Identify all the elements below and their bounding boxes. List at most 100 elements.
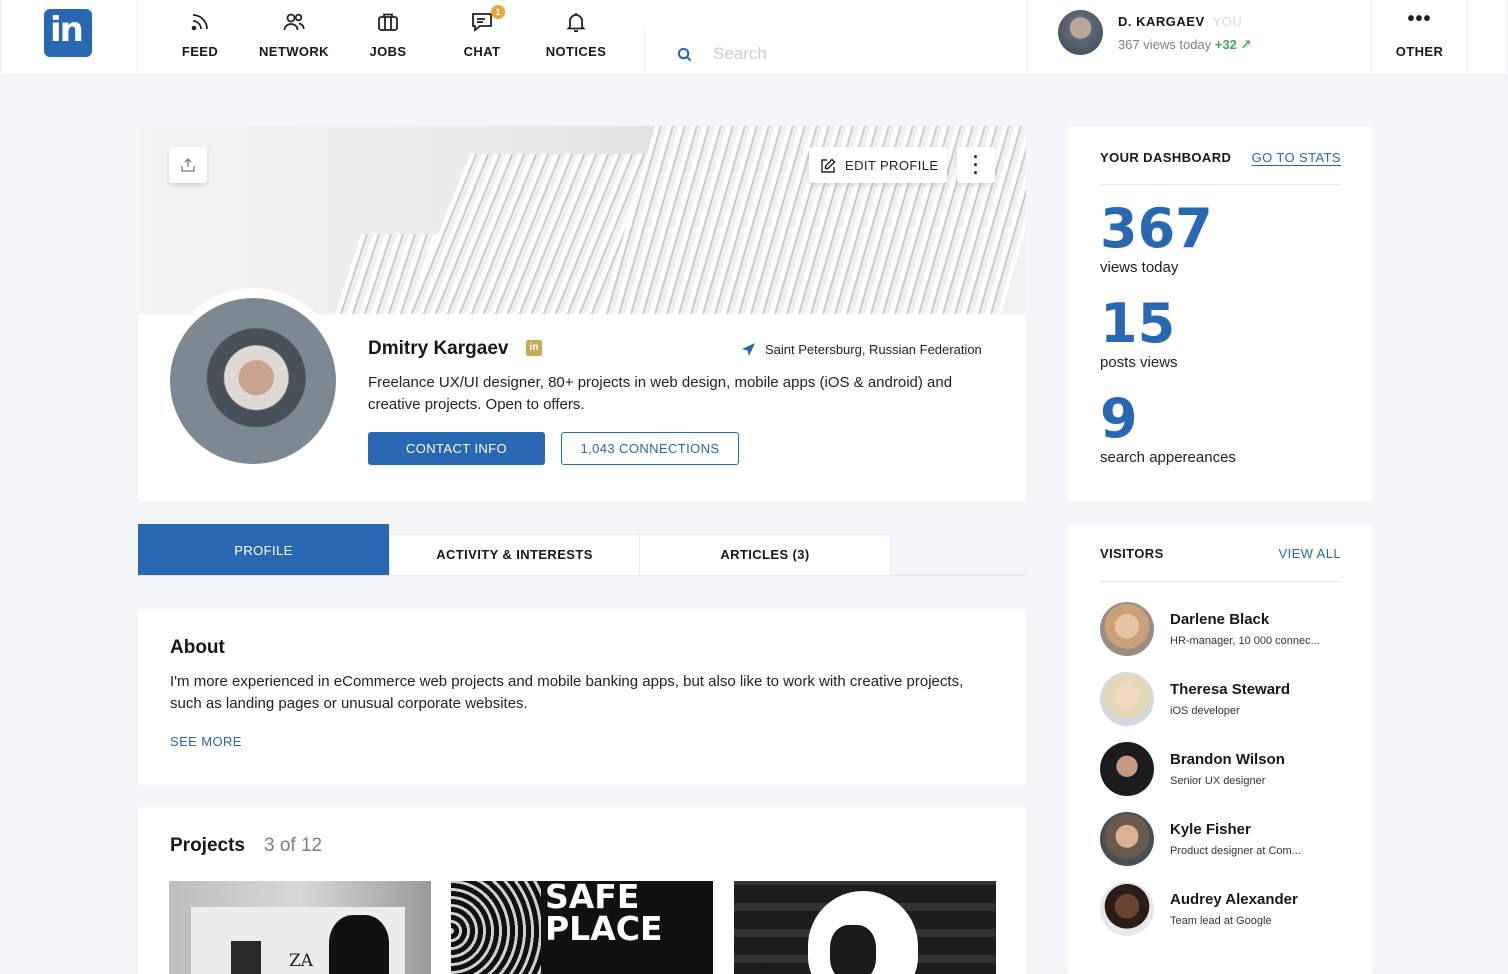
visitor-avatar [1100, 882, 1154, 936]
visitor-name: Theresa Steward [1170, 681, 1291, 698]
other-label: OTHER [1395, 44, 1444, 59]
about-title: About [170, 637, 225, 658]
project-face-illustration [830, 925, 876, 974]
profile-avatar-frame [163, 288, 343, 468]
logo-text: in [50, 10, 84, 50]
search-icon [677, 47, 692, 62]
project-pattern [451, 881, 541, 974]
project-thumbnail[interactable]: ZA [169, 881, 431, 974]
logo-cell: in [2, 0, 138, 75]
visitor-role: Team lead at Google [1170, 915, 1272, 927]
upload-cover-button[interactable] [169, 147, 207, 183]
tab-activity-interests[interactable]: ACTIVITY & INTERESTS [389, 534, 640, 576]
nav-chat-label: CHAT [463, 44, 501, 59]
visitors-card: VISITORS VIEW ALL Darlene Black HR-manag… [1068, 524, 1372, 974]
profile-tabs: PROFILE ACTIVITY & INTERESTS ARTICLES (3… [138, 524, 1026, 576]
top-header: in FEED NETWORK JOBS 1 CHAT NOTICES D. [2, 0, 1506, 75]
nav-notices[interactable]: NOTICES [529, 0, 623, 75]
you-label: YOU [1212, 14, 1243, 29]
about-text: I'm more experienced in eCommerce web pr… [170, 673, 964, 712]
tab-profile[interactable]: PROFILE [138, 524, 389, 575]
search-bar [644, 30, 1026, 75]
visitor-avatar [1100, 812, 1154, 866]
stat-search-label: search appereances [1100, 449, 1236, 466]
project-caption: SAFE PLACE [545, 881, 663, 948]
project-caption: ZA [289, 951, 314, 971]
visitor-item[interactable]: Kyle Fisher Product designer at Com... [1100, 812, 1350, 868]
see-more-link[interactable]: SEE MORE [170, 734, 242, 749]
visitor-role: Product designer at Com... [1170, 845, 1301, 857]
dashboard-card: YOUR DASHBOARD GO TO STATS 367 views tod… [1068, 126, 1372, 502]
views-today-text: 367 views today [1118, 37, 1212, 52]
visitor-name: Audrey Alexander [1170, 891, 1298, 908]
nav-jobs[interactable]: JOBS [341, 0, 435, 75]
dashboard-header: YOUR DASHBOARD GO TO STATS [1100, 150, 1341, 185]
visitor-avatar [1100, 602, 1154, 656]
visitor-name: Brandon Wilson [1170, 751, 1285, 768]
nav-feed-label: FEED [181, 44, 219, 59]
contact-info-button[interactable]: CONTACT INFO [368, 432, 545, 465]
go-to-stats-link[interactable]: GO TO STATS [1252, 150, 1341, 165]
projects-card: Projects 3 of 12 ZA SAFE PLACE [138, 807, 1026, 974]
location-arrow-icon [741, 342, 756, 357]
tab-articles[interactable]: ARTICLES (3) [639, 534, 891, 576]
stat-views-value: 367 [1100, 197, 1213, 260]
project-thumbnail[interactable]: SAFE PLACE [451, 881, 713, 974]
visitor-item[interactable]: Theresa Steward iOS developer [1100, 672, 1350, 728]
upload-icon [181, 158, 195, 172]
visitor-item[interactable]: Audrey Alexander Team lead at Google [1100, 882, 1350, 938]
visitor-role: iOS developer [1170, 705, 1240, 717]
stat-search-value: 9 [1100, 387, 1138, 450]
users-icon [283, 13, 305, 31]
more-dots-icon: ••• [1407, 8, 1432, 30]
visitor-name: Kyle Fisher [1170, 821, 1251, 838]
nav-jobs-label: JOBS [369, 44, 407, 59]
project-thumbnail[interactable] [734, 881, 996, 974]
stat-posts-label: posts views [1100, 354, 1178, 371]
profile-name: Dmitry Kargaev [368, 338, 509, 359]
project-product-image [231, 941, 261, 974]
visitor-avatar [1100, 742, 1154, 796]
nav-chat[interactable]: 1 CHAT [435, 0, 529, 75]
projects-count: 3 of 12 [264, 835, 323, 856]
visitors-header: VISITORS VIEW ALL [1100, 546, 1341, 582]
visitors-title: VISITORS [1100, 546, 1164, 561]
linkedin-logo[interactable]: in [44, 9, 92, 57]
vertical-dots-icon: · · · [973, 147, 979, 183]
user-name-text: D. KARGAEV [1118, 14, 1205, 29]
nav-network[interactable]: NETWORK [247, 0, 341, 75]
search-input[interactable] [713, 42, 993, 66]
profile-card: EDIT PROFILE · · · Dmitry Kargaev in Saint… [138, 126, 1026, 502]
visitor-role: HR-manager, 10 000 connec... [1170, 635, 1320, 647]
user-avatar[interactable] [1058, 10, 1103, 55]
visitor-role: Senior UX designer [1170, 775, 1266, 787]
profile-avatar[interactable] [170, 298, 336, 464]
about-card: About I'm more experienced in eCommerce … [138, 609, 1026, 785]
edit-profile-button[interactable]: EDIT PROFILE [809, 147, 947, 183]
user-name: D. KARGAEV YOU [1118, 14, 1242, 29]
visitor-item[interactable]: Darlene Black HR-manager, 10 000 connec.… [1100, 602, 1350, 658]
stat-posts-value: 15 [1100, 292, 1176, 355]
main-nav: FEED NETWORK JOBS 1 CHAT NOTICES [138, 0, 644, 75]
edit-icon [821, 158, 836, 173]
nav-notices-label: NOTICES [545, 44, 607, 59]
profile-bio: Freelance UX/UI designer, 80+ projects i… [368, 374, 953, 413]
view-all-link[interactable]: VIEW ALL [1279, 546, 1341, 561]
profile-more-button[interactable]: · · · [957, 147, 995, 183]
user-views: 367 views today +32 ↗ [1118, 37, 1251, 53]
briefcase-icon [378, 13, 398, 31]
visitor-item[interactable]: Brandon Wilson Senior UX designer [1100, 742, 1350, 798]
bell-icon [566, 13, 586, 32]
chat-badge: 1 [491, 5, 505, 19]
views-delta: +32 ↗ [1214, 37, 1252, 52]
user-summary[interactable]: D. KARGAEV YOU 367 views today +32 ↗ [1027, 0, 1372, 75]
rss-icon [191, 14, 208, 31]
nav-feed[interactable]: FEED [153, 0, 247, 75]
nav-network-label: NETWORK [259, 44, 329, 59]
other-menu-button[interactable]: ••• OTHER [1372, 0, 1468, 75]
dashboard-title: YOUR DASHBOARD [1100, 150, 1232, 165]
visitor-avatar [1100, 672, 1154, 726]
connections-button[interactable]: 1,043 CONNECTIONS [561, 432, 739, 465]
project-model-image [329, 915, 389, 974]
location-text: Saint Petersburg, Russian Federation [765, 342, 982, 357]
